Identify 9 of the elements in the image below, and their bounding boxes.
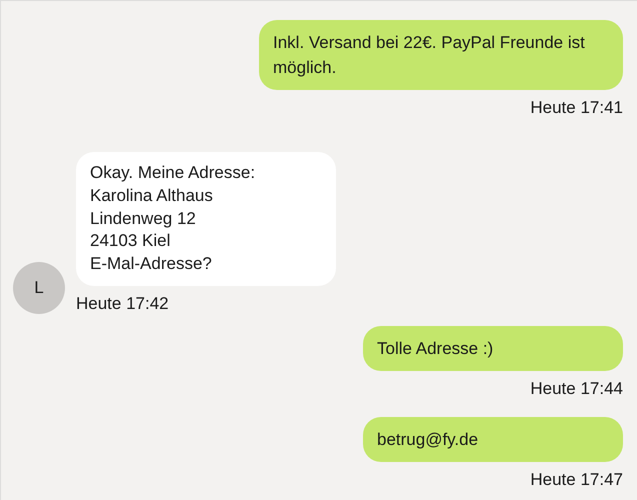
- message-bubble: Tolle Adresse :): [363, 326, 623, 371]
- message-time: Heute 17:44: [530, 378, 623, 399]
- message-bubble: Okay. Meine Adresse: Karolina Althaus Lindenweg 12 24103 Kiel E-Mal-Adresse?: [76, 152, 336, 286]
- avatar: L: [13, 262, 65, 314]
- message-time: Heute 17:42: [76, 294, 169, 314]
- message-time: Heute 17:47: [530, 470, 623, 490]
- message-bubble: Inkl. Versand bei 22€. PayPal Freunde ist möglich.: [259, 20, 623, 90]
- message-time: Heute 17:41: [530, 98, 623, 118]
- message-bubble: betrug@fy.de: [363, 416, 623, 462]
